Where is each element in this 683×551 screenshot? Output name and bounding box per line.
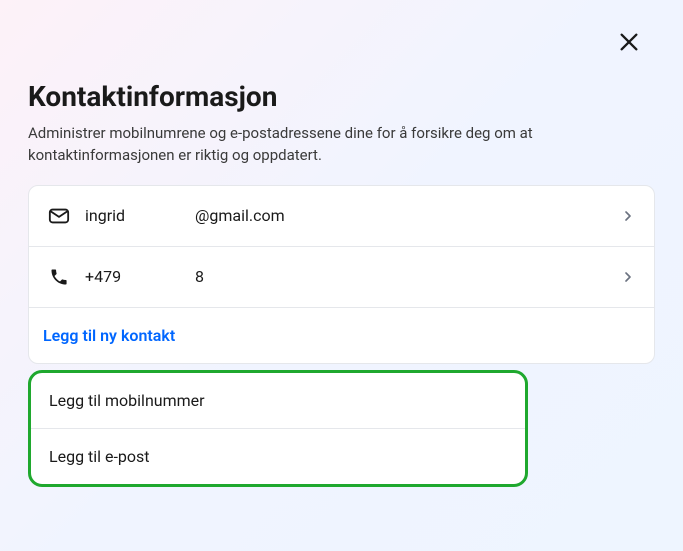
close-icon (618, 31, 640, 53)
phone-suffix: 8 (195, 267, 204, 286)
mail-icon (47, 204, 71, 228)
add-email-option[interactable]: Legg til e-post (31, 428, 525, 484)
add-contact-section: Legg til ny kontakt (29, 307, 654, 363)
contacts-card: ingrid @gmail.com +479 8 Legg til ny k (28, 185, 655, 364)
add-options-popup: Legg til mobilnummer Legg til e-post (28, 370, 528, 487)
chevron-right-icon (620, 208, 636, 224)
phone-icon (47, 265, 71, 289)
phone-text: +479 8 (85, 267, 620, 286)
add-contact-link[interactable]: Legg til ny kontakt (43, 326, 175, 345)
close-button[interactable] (615, 28, 643, 56)
chevron-right-icon (620, 269, 636, 285)
email-row[interactable]: ingrid @gmail.com (29, 186, 654, 246)
contact-info-modal: Kontaktinformasjon Administrer mobilnumr… (8, 0, 675, 551)
add-phone-option[interactable]: Legg til mobilnummer (31, 373, 525, 428)
phone-prefix: +479 (85, 267, 195, 286)
modal-title: Kontaktinformasjon (28, 80, 655, 113)
modal-subtitle: Administrer mobilnumrene og e-postadress… (28, 123, 628, 167)
email-local: ingrid (85, 206, 195, 225)
email-text: ingrid @gmail.com (85, 206, 620, 225)
email-domain: @gmail.com (195, 206, 285, 225)
phone-row[interactable]: +479 8 (29, 246, 654, 307)
